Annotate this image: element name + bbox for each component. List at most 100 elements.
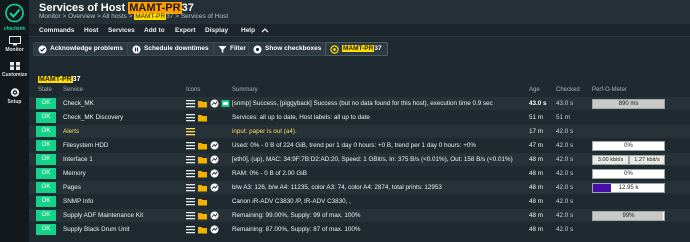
service-name[interactable]: SNMP Info — [63, 198, 93, 205]
row-icons — [186, 155, 220, 164]
breadcrumb[interactable]: Monitor > Overview > All hosts > MAMT-PR… — [39, 13, 228, 20]
column-header-perf-o-meter[interactable]: Perf-O-Meter — [592, 87, 627, 93]
perf-o-meter[interactable]: 0% — [592, 141, 665, 151]
folder-icon[interactable] — [197, 183, 207, 192]
service-name[interactable]: Pages — [63, 184, 81, 191]
table-row[interactable]: OK Supply ADF Maintenance Kit Remaining:… — [29, 209, 690, 222]
menu-icon[interactable] — [186, 155, 195, 164]
table-row[interactable]: OK Check_MK [snmp] Success, [piggyback] … — [29, 97, 690, 110]
folder-icon[interactable] — [197, 197, 207, 206]
service-name[interactable]: Check_MK Discovery — [63, 114, 123, 121]
graph-icon[interactable] — [210, 155, 219, 164]
status-icon[interactable] — [221, 99, 230, 108]
perf-o-meter[interactable]: 12.95 k — [592, 183, 665, 193]
sidebar-item-setup[interactable]: Setup — [0, 87, 29, 105]
table-row[interactable]: OK Alerts input: paper is out (a4). 17 m… — [29, 125, 690, 138]
show-checkboxes-button[interactable]: Show checkboxes — [248, 42, 328, 56]
table-row[interactable]: OK Filesystem HDD Used: 0% - 0 B of 224 … — [29, 139, 690, 152]
folder-icon[interactable] — [197, 225, 207, 234]
sidebar-item-monitor[interactable]: Monitor — [0, 36, 29, 53]
folder-icon[interactable] — [197, 155, 207, 164]
folder-icon[interactable] — [197, 211, 207, 220]
sidebar-item-customize[interactable]: Customize — [0, 61, 29, 78]
host-heading-suffix[interactable]: 37 — [73, 76, 81, 83]
column-header-age[interactable]: Age — [529, 87, 540, 93]
schedule-downtimes-button[interactable]: Schedule downtimes — [127, 42, 215, 56]
customize-icon — [9, 62, 20, 70]
service-age: 48 m — [529, 156, 543, 163]
menu-icon[interactable] — [186, 211, 195, 220]
column-header-icons[interactable]: Icons — [186, 87, 200, 93]
state-badge: OK — [36, 140, 56, 151]
service-name[interactable]: Memory — [63, 170, 86, 177]
table-row[interactable]: OK Pages b/w A3: 126, b/w A4: 11235, col… — [29, 181, 690, 194]
service-age: 47 m — [529, 142, 543, 149]
table-row[interactable]: OK SNMP Info Canon iR-ADV C3830 /P, IR-A… — [29, 195, 690, 208]
menu-icon[interactable] — [186, 113, 195, 122]
menu-icon[interactable] — [186, 127, 195, 136]
menu-add-to[interactable]: Add to — [144, 27, 165, 34]
perf-value: 99% — [622, 213, 635, 219]
menu-display[interactable]: Display — [205, 27, 228, 34]
column-header-checked[interactable]: Checked — [556, 87, 580, 93]
button-label: Schedule downtimes — [144, 45, 209, 52]
graph-icon[interactable] — [210, 99, 219, 108]
folder-icon[interactable] — [197, 141, 207, 150]
perf-value: 0% — [624, 143, 633, 149]
service-checked: 42.0 s — [556, 184, 574, 191]
menu-commands[interactable]: Commands — [39, 27, 74, 34]
host-heading-highlight[interactable]: MAMT-PR — [38, 76, 73, 83]
chevron-up-icon[interactable] — [261, 27, 269, 34]
folder-icon[interactable] — [197, 99, 207, 108]
perf-o-meter-out[interactable]: 1.27 kbit/s — [629, 155, 665, 165]
perf-o-meter[interactable]: 0% — [592, 169, 665, 179]
service-name[interactable]: Supply ADF Maintenance Kit — [63, 212, 143, 219]
table-row[interactable]: OK Interface 1 [eth0], (up), MAC: 34:9F:… — [29, 153, 690, 166]
column-header-service[interactable]: Service — [63, 87, 83, 93]
table-row[interactable]: OK Memory RAM: 0% - 0 B of 2.00 GiB 48 m… — [29, 167, 690, 180]
checkmk-logo-icon[interactable] — [2, 2, 27, 27]
perf-o-meter[interactable]: 99% — [592, 211, 665, 221]
service-checked: 42.0 s — [556, 170, 574, 177]
filter-icon — [218, 46, 227, 53]
service-name[interactable]: Check_MK — [63, 100, 94, 107]
service-name[interactable]: Alerts — [63, 128, 79, 135]
host-context-icon — [330, 45, 339, 54]
folder-icon[interactable] — [197, 169, 207, 178]
acknowledge-problems-button[interactable]: Acknowledge problems — [33, 42, 129, 56]
menu-icon[interactable] — [186, 141, 195, 150]
menu-icon[interactable] — [186, 197, 195, 206]
page-header: Services of Host MAMT-PR37 Monitor > Ove… — [29, 0, 690, 24]
menu-export[interactable]: Export — [175, 27, 196, 34]
graph-icon[interactable] — [210, 141, 219, 150]
host-group-heading[interactable]: MAMT-PR37 — [38, 76, 80, 83]
perf-o-meter-in[interactable]: 3.00 kbit/s — [592, 155, 629, 165]
menu-icon[interactable] — [186, 225, 195, 234]
menu-icon[interactable] — [186, 99, 195, 108]
menu-services[interactable]: Services — [108, 27, 135, 34]
table-row[interactable]: OK Supply Black Drum Unit Remaining: 87.… — [29, 223, 690, 236]
folder-icon[interactable] — [197, 113, 207, 122]
perf-o-meter[interactable]: 890 ms — [592, 99, 665, 109]
service-name[interactable]: Supply Black Drum Unit — [63, 226, 130, 233]
host-context-button[interactable]: MAMT-PR37 — [325, 42, 388, 56]
menu-host[interactable]: Host — [84, 27, 98, 34]
column-header-state[interactable]: State — [38, 87, 52, 93]
graph-icon[interactable] — [210, 169, 219, 178]
breadcrumb-path[interactable]: Monitor > Overview > All hosts > — [39, 13, 134, 20]
column-header-summary[interactable]: Summary — [232, 87, 258, 93]
table-row[interactable]: OK Check_MK Discovery Services: all up t… — [29, 111, 690, 124]
graph-icon[interactable] — [210, 225, 219, 234]
menu-help[interactable]: Help — [241, 27, 255, 34]
service-name[interactable]: Filesystem HDD — [63, 142, 108, 149]
graph-icon[interactable] — [210, 183, 219, 192]
filter-button[interactable]: Filter — [213, 42, 252, 56]
breadcrumb-host-highlight[interactable]: MAMT-PR — [134, 13, 167, 20]
graph-icon[interactable] — [210, 211, 219, 220]
service-checked: 42.0 s — [556, 212, 574, 219]
menu-icon[interactable] — [186, 183, 195, 192]
row-icons — [186, 141, 220, 150]
sidebar-item-label: Monitor — [5, 47, 24, 53]
service-name[interactable]: Interface 1 — [63, 156, 93, 163]
menu-icon[interactable] — [186, 169, 195, 178]
